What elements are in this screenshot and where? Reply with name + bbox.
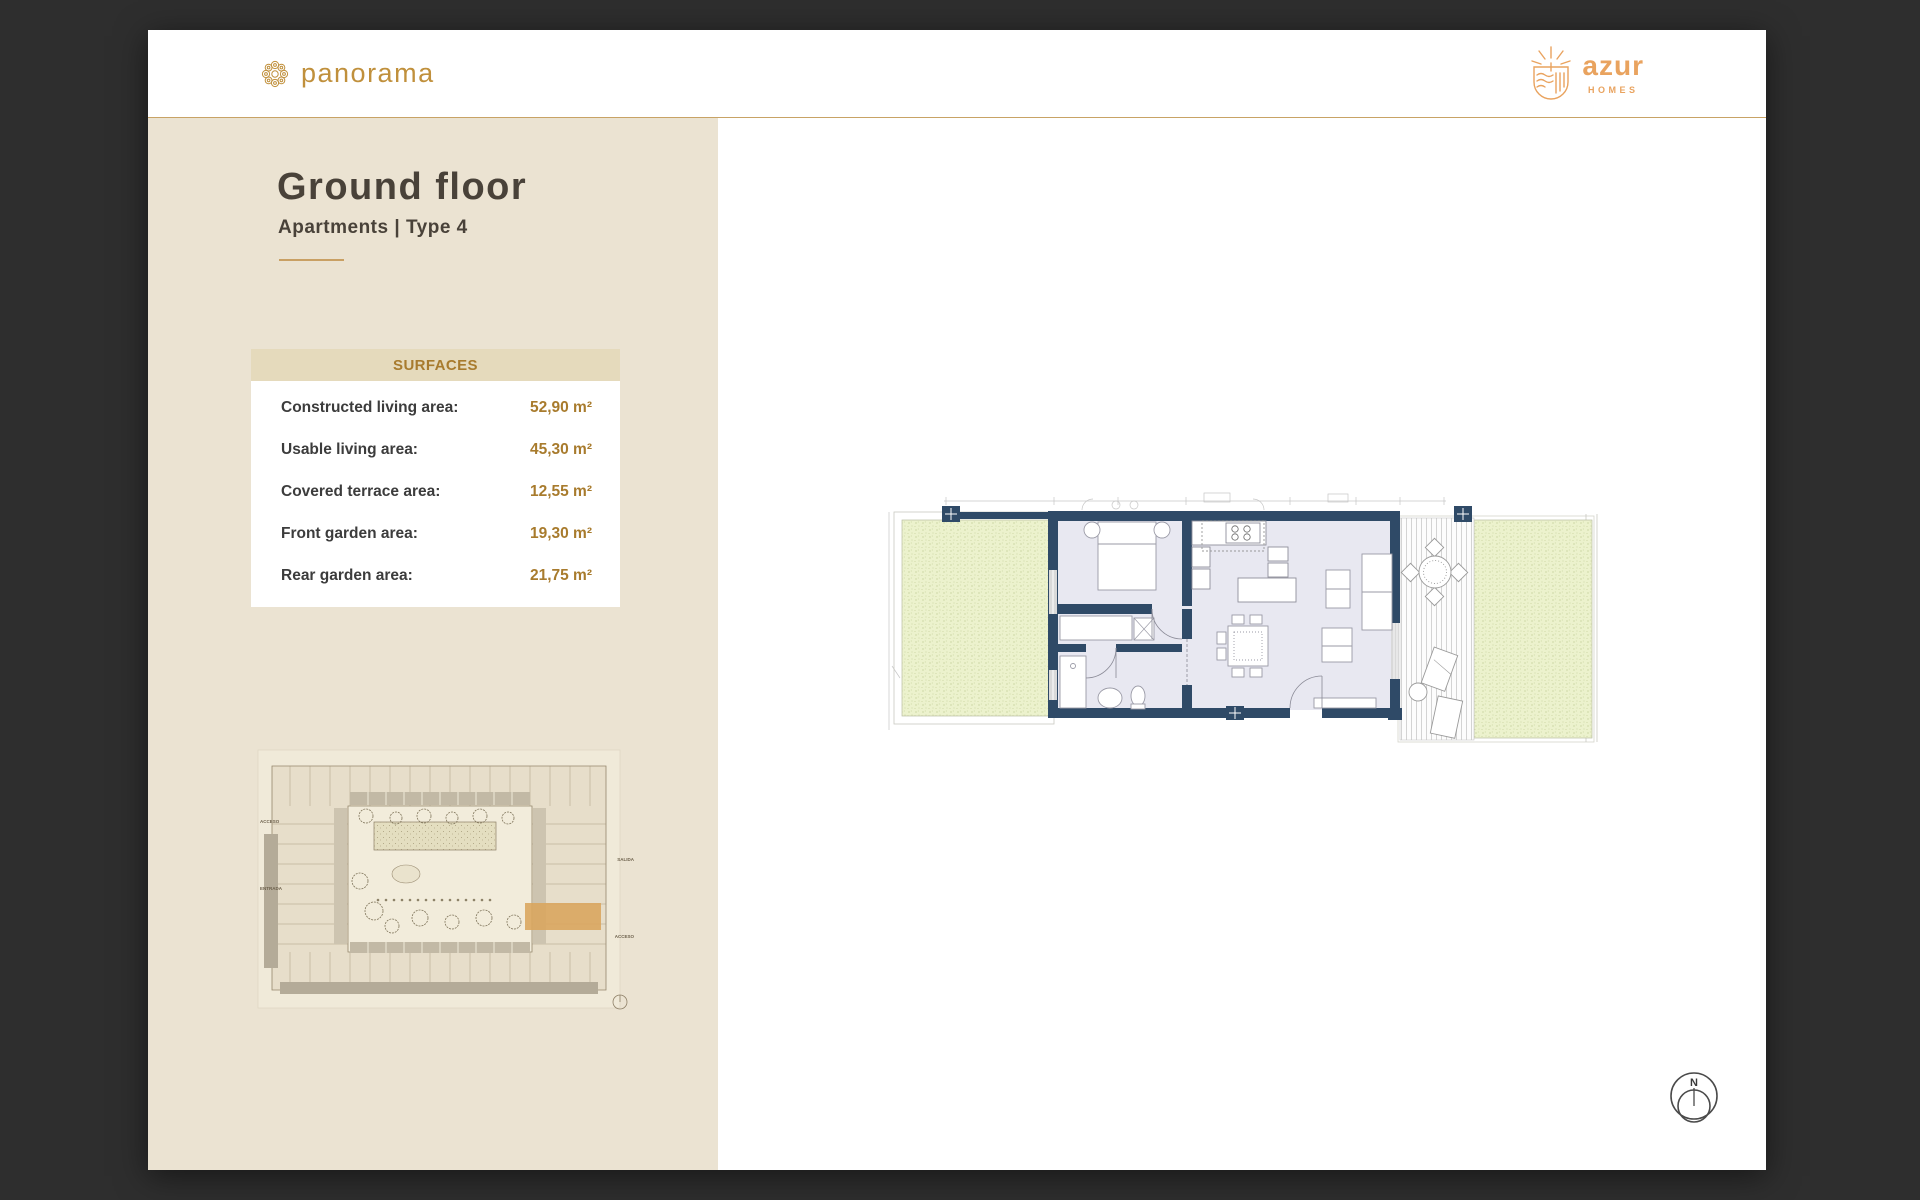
entrance-label: ENTRADA	[260, 886, 283, 891]
apartment-floor-plan	[886, 486, 1626, 748]
azur-sun-shield-icon	[1529, 45, 1573, 103]
row-value: 21,75 m²	[530, 567, 592, 585]
pergola-dots	[377, 899, 492, 902]
page-subtitle: Apartments | Type 4	[278, 217, 468, 239]
row-label: Constructed living area:	[281, 399, 458, 417]
surfaces-table-body: Constructed living area: 52,90 m² Usable…	[251, 381, 620, 607]
table-row: Front garden area: 19,30 m²	[251, 513, 620, 555]
panorama-logo-text: panorama	[301, 58, 435, 89]
row-value: 52,90 m²	[530, 399, 592, 417]
main-panel: N	[718, 118, 1766, 1170]
row-label: Front garden area:	[281, 525, 418, 543]
front-garden	[902, 520, 1054, 716]
azur-logo: azur HOMES	[1529, 45, 1644, 103]
brochure-page: panorama	[148, 30, 1766, 1170]
row-value: 45,30 m²	[530, 441, 592, 459]
north-arrow-icon: N	[1662, 1068, 1726, 1132]
table-row: Rear garden area: 21,75 m²	[251, 555, 620, 597]
pool	[374, 822, 496, 850]
row-label: Usable living area:	[281, 441, 418, 459]
access-label-2: ACCESO	[615, 934, 635, 939]
table-row: Constructed living area: 52,90 m²	[251, 387, 620, 429]
site-key-plan: ACCESO ENTRADA SALIDA ACCESO	[256, 746, 636, 1018]
access-label: ACCESO	[260, 819, 280, 824]
highlighted-unit	[525, 903, 601, 930]
north-letter: N	[1690, 1077, 1698, 1089]
azur-logo-text: azur	[1582, 52, 1644, 80]
table-row: Usable living area: 45,30 m²	[251, 429, 620, 471]
gold-divider	[279, 259, 344, 261]
pond	[392, 865, 420, 883]
sidebar: Ground floor Apartments | Type 4 SURFACE…	[148, 118, 718, 1170]
row-label: Rear garden area:	[281, 567, 413, 585]
row-value: 19,30 m²	[530, 525, 592, 543]
row-label: Covered terrace area:	[281, 483, 440, 501]
page-header: panorama	[148, 30, 1766, 118]
rear-garden	[1474, 520, 1592, 738]
surfaces-table-header: SURFACES	[251, 349, 620, 381]
table-row: Covered terrace area: 12,55 m²	[251, 471, 620, 513]
panorama-logo: panorama	[258, 57, 435, 91]
row-value: 12,55 m²	[530, 483, 592, 501]
azur-logo-tagline: HOMES	[1588, 85, 1639, 95]
surfaces-table: SURFACES Constructed living area: 52,90 …	[251, 349, 620, 607]
exit-label: SALIDA	[617, 857, 635, 862]
page-title: Ground floor	[277, 166, 527, 209]
panorama-mandala-icon	[258, 57, 292, 91]
